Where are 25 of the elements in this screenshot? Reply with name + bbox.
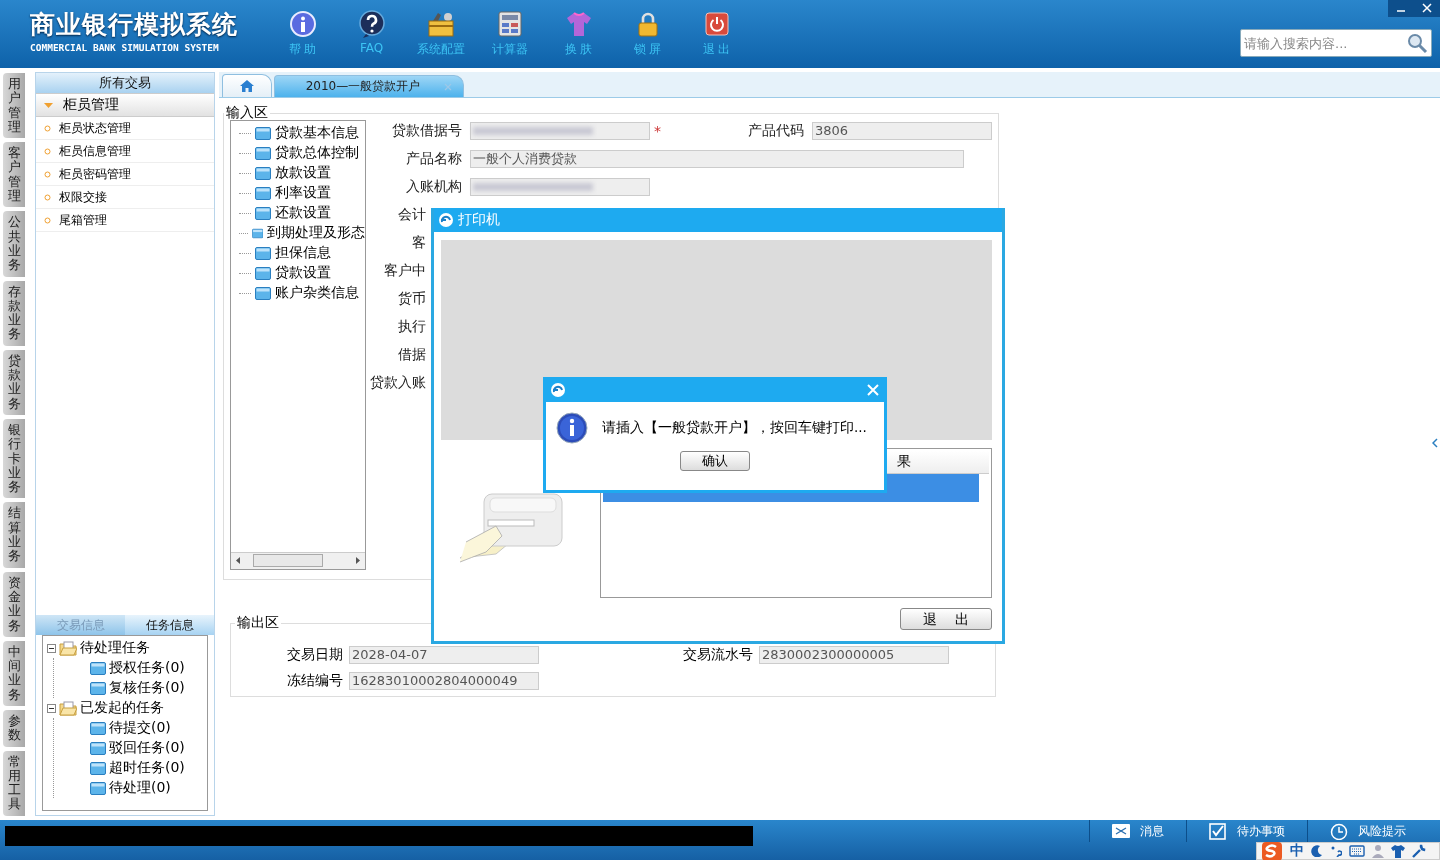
section-title: 输入区 [225,104,269,122]
required-mark: * [654,123,662,139]
field-label: 客户中 [384,262,426,280]
field-label: 贷款借据号 [391,122,462,140]
app-subtitle: COMMERCIAL BANK SIMULATION SYSTEM [30,42,220,53]
message-text: 请插入【一般贷款开户】，按回车键打印... [602,419,867,437]
app-title: 商业银行模拟系统 [30,10,238,40]
field-label: 货币 [398,290,426,308]
panel-header: 所有交易 [36,73,214,93]
field-label: 借据 [398,346,426,364]
output-field: 16283010002804000049 [349,672,539,690]
field-label: 冻结编号 [286,672,344,690]
field-label: 入账机构 [405,178,462,196]
field-label: 产品代码 [747,122,804,140]
field-label: 执行 [398,318,426,336]
output-field: 2830002300000005 [759,646,949,664]
dialog-title-bar: 打印机 [434,208,1002,232]
field-label: 交易日期 [286,646,344,664]
field-label: 交易流水号 [682,646,754,664]
field-label: 产品名称 [405,150,462,168]
field-label: 会计 [398,206,426,224]
field-label: 客 [412,234,426,252]
field-label: 贷款入账 [370,374,426,392]
section-title: 输出区 [236,614,280,632]
output-field: 2028-04-07 [349,646,539,664]
